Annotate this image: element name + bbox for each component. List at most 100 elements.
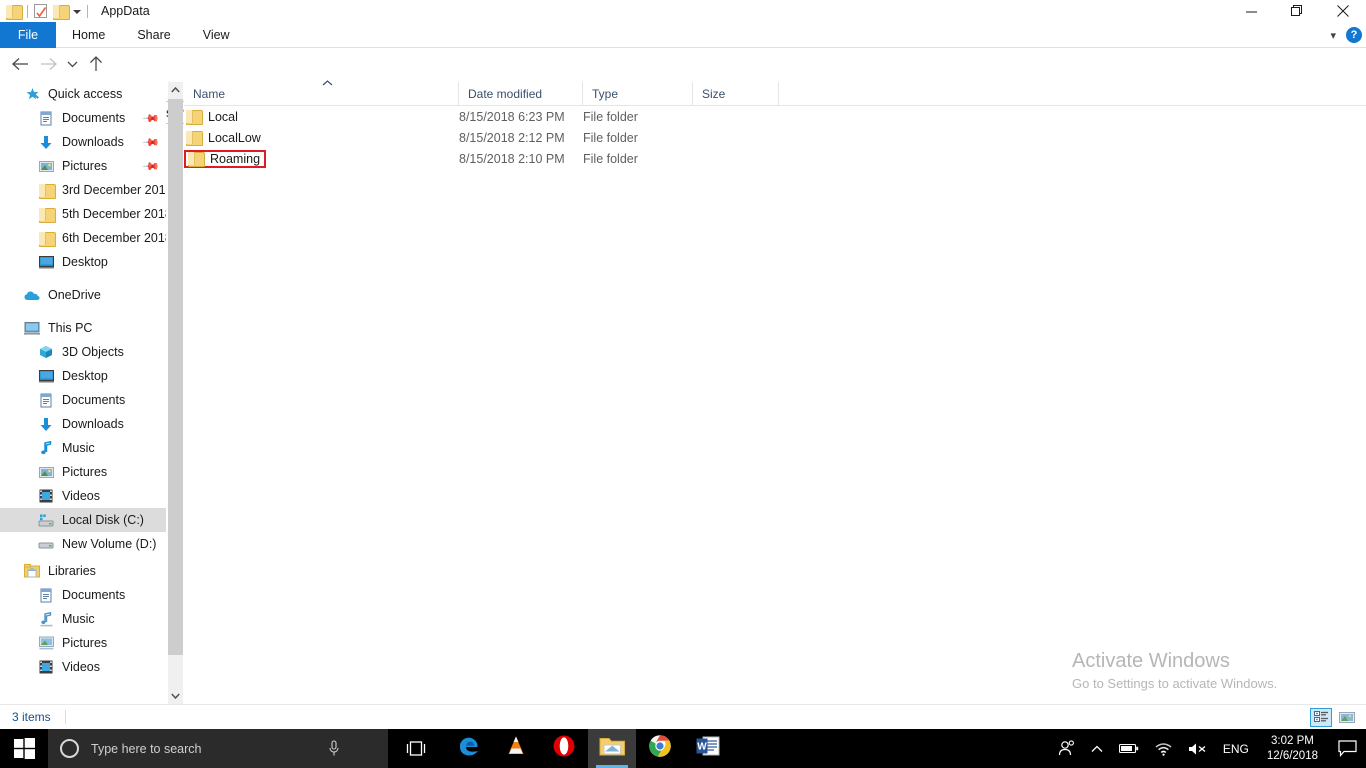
- sidebar-label-documents: Documents: [56, 111, 125, 125]
- taskbar-vlc-button[interactable]: [492, 729, 540, 768]
- sidebar-item-desktop-pc[interactable]: Desktop: [0, 364, 166, 388]
- sidebar-label-3rd-december-2018: 3rd December 2018: [56, 183, 166, 197]
- sidebar-item-pictures[interactable]: Pictures 📌: [0, 154, 166, 178]
- sidebar-label-downloads-pc: Downloads: [56, 417, 124, 431]
- pictures-lib-icon: [36, 636, 56, 650]
- action-center-icon[interactable]: [1328, 740, 1366, 757]
- sidebar-item-pictures-pc[interactable]: Pictures: [0, 460, 166, 484]
- details-view-button[interactable]: [1310, 708, 1332, 727]
- customize-qat-caret-icon[interactable]: [73, 10, 81, 14]
- wifi-icon[interactable]: [1147, 729, 1180, 768]
- sidebar-item-videos-lib[interactable]: Videos: [0, 655, 166, 679]
- taskbar-edge-button[interactable]: [444, 729, 492, 768]
- back-button[interactable]: [8, 52, 32, 76]
- task-view-button[interactable]: [396, 729, 436, 768]
- microphone-icon[interactable]: [328, 740, 340, 762]
- svg-text:W: W: [697, 742, 707, 753]
- sidebar-item-desktop-qa[interactable]: Desktop: [0, 250, 166, 274]
- sidebar-item-documents[interactable]: Documents 📌: [0, 106, 166, 130]
- volume-muted-icon[interactable]: [1180, 729, 1215, 768]
- sidebar-group-libraries[interactable]: Libraries: [0, 559, 166, 583]
- new-folder-icon[interactable]: [53, 5, 68, 18]
- cortana-circle-icon[interactable]: [60, 739, 79, 758]
- cell-name[interactable]: Local: [184, 109, 459, 125]
- sidebar-item-local-disk-c[interactable]: Local Disk (C:): [0, 508, 166, 532]
- column-header-date-modified[interactable]: Date modified: [459, 82, 583, 106]
- vlc-icon: [504, 734, 528, 763]
- sidebar-label-downloads: Downloads: [56, 135, 124, 149]
- sidebar-item-3d-objects[interactable]: 3D Objects: [0, 340, 166, 364]
- help-icon[interactable]: ?: [1346, 27, 1362, 43]
- table-row[interactable]: Local 8/15/2018 6:23 PM File folder: [184, 106, 1366, 127]
- sidebar-item-downloads[interactable]: Downloads 📌: [0, 130, 166, 154]
- folder-icon[interactable]: [6, 5, 21, 18]
- large-icons-view-button[interactable]: [1336, 708, 1358, 727]
- sidebar-item-3rd-december-2018[interactable]: 3rd December 2018: [0, 178, 166, 202]
- sidebar-item-new-volume-d[interactable]: New Volume (D:): [0, 532, 166, 556]
- window-title: AppData: [101, 2, 150, 20]
- table-row[interactable]: LocalLow 8/15/2018 2:12 PM File folder: [184, 127, 1366, 148]
- sidebar-item-5th-december-2018[interactable]: 5th December 2018: [0, 202, 166, 226]
- scroll-up-button[interactable]: [168, 82, 183, 98]
- file-name-local: Local: [201, 110, 238, 124]
- tab-share[interactable]: Share: [121, 22, 186, 48]
- file-name-wrapper-highlighted[interactable]: Roaming: [184, 150, 266, 168]
- navigation-pane-scrollbar[interactable]: [168, 82, 183, 704]
- sidebar-group-quick-access[interactable]: Quick access: [0, 82, 166, 106]
- file-name-wrapper[interactable]: LocalLow: [184, 130, 265, 146]
- battery-icon[interactable]: [1111, 729, 1147, 768]
- chevron-down-icon[interactable]: ▾: [1330, 29, 1336, 42]
- sidebar-item-downloads-pc[interactable]: Downloads: [0, 412, 166, 436]
- sidebar-group-this-pc[interactable]: This PC: [0, 316, 166, 340]
- taskbar-chrome-button[interactable]: [636, 729, 684, 768]
- tab-file[interactable]: File: [0, 22, 56, 48]
- taskbar-search-box[interactable]: Type here to search: [48, 729, 388, 768]
- taskbar-word-button[interactable]: W: [684, 729, 732, 768]
- sidebar-item-documents-pc[interactable]: Documents: [0, 388, 166, 412]
- scroll-down-button[interactable]: [168, 688, 183, 704]
- column-label-name: Name: [193, 87, 225, 101]
- table-row[interactable]: Roaming 8/15/2018 2:10 PM File folder: [184, 148, 1366, 169]
- close-button[interactable]: [1320, 0, 1366, 22]
- pictures-icon: [36, 466, 56, 479]
- taskbar-app-buttons: W: [444, 729, 732, 768]
- file-name-wrapper[interactable]: Local: [184, 109, 242, 125]
- sidebar-item-videos[interactable]: Videos: [0, 484, 166, 508]
- up-button[interactable]: [84, 52, 108, 76]
- forward-button[interactable]: [36, 52, 60, 76]
- sidebar-item-music-lib[interactable]: Music: [0, 607, 166, 631]
- minimize-button[interactable]: [1228, 0, 1274, 22]
- properties-icon[interactable]: [34, 4, 47, 18]
- column-header-name[interactable]: Name: [184, 82, 459, 106]
- sidebar-label-videos-lib: Videos: [56, 660, 100, 674]
- chrome-icon: [648, 734, 672, 763]
- sidebar-item-pictures-lib[interactable]: Pictures: [0, 631, 166, 655]
- tab-view[interactable]: View: [187, 22, 246, 48]
- start-button[interactable]: [0, 729, 48, 768]
- column-header-size[interactable]: Size: [693, 82, 779, 106]
- pin-icon[interactable]: 📌: [142, 157, 161, 176]
- people-icon[interactable]: [1050, 729, 1083, 768]
- sidebar-item-6th-december-2018[interactable]: 6th December 2018: [0, 226, 166, 250]
- taskbar-opera-button[interactable]: [540, 729, 588, 768]
- sidebar-item-documents-lib[interactable]: Documents: [0, 583, 166, 607]
- language-indicator[interactable]: ENG: [1215, 729, 1257, 768]
- maximize-restore-button[interactable]: [1274, 0, 1320, 22]
- tab-home[interactable]: Home: [56, 22, 121, 48]
- pin-icon[interactable]: 📌: [142, 133, 161, 152]
- clock[interactable]: 3:02 PM 12/6/2018: [1257, 734, 1328, 764]
- taskbar-file-explorer-button[interactable]: [588, 729, 636, 768]
- cell-name[interactable]: Roaming: [184, 150, 459, 168]
- sidebar-item-onedrive[interactable]: OneDrive: [0, 283, 166, 307]
- cell-name[interactable]: LocalLow: [184, 130, 459, 146]
- sidebar-item-music[interactable]: Music: [0, 436, 166, 460]
- activate-windows-watermark: Activate Windows Go to Settings to activ…: [1072, 648, 1277, 694]
- show-hidden-icons-chevron[interactable]: [1083, 729, 1111, 768]
- sidebar-label-6th-december-2018: 6th December 2018: [56, 231, 166, 245]
- folder-icon: [188, 152, 203, 165]
- column-header-type[interactable]: Type: [583, 82, 693, 106]
- recent-locations-button[interactable]: [62, 52, 82, 76]
- pin-icon[interactable]: 📌: [142, 109, 161, 128]
- videos-icon: [36, 660, 56, 674]
- scrollbar-thumb[interactable]: [168, 99, 183, 655]
